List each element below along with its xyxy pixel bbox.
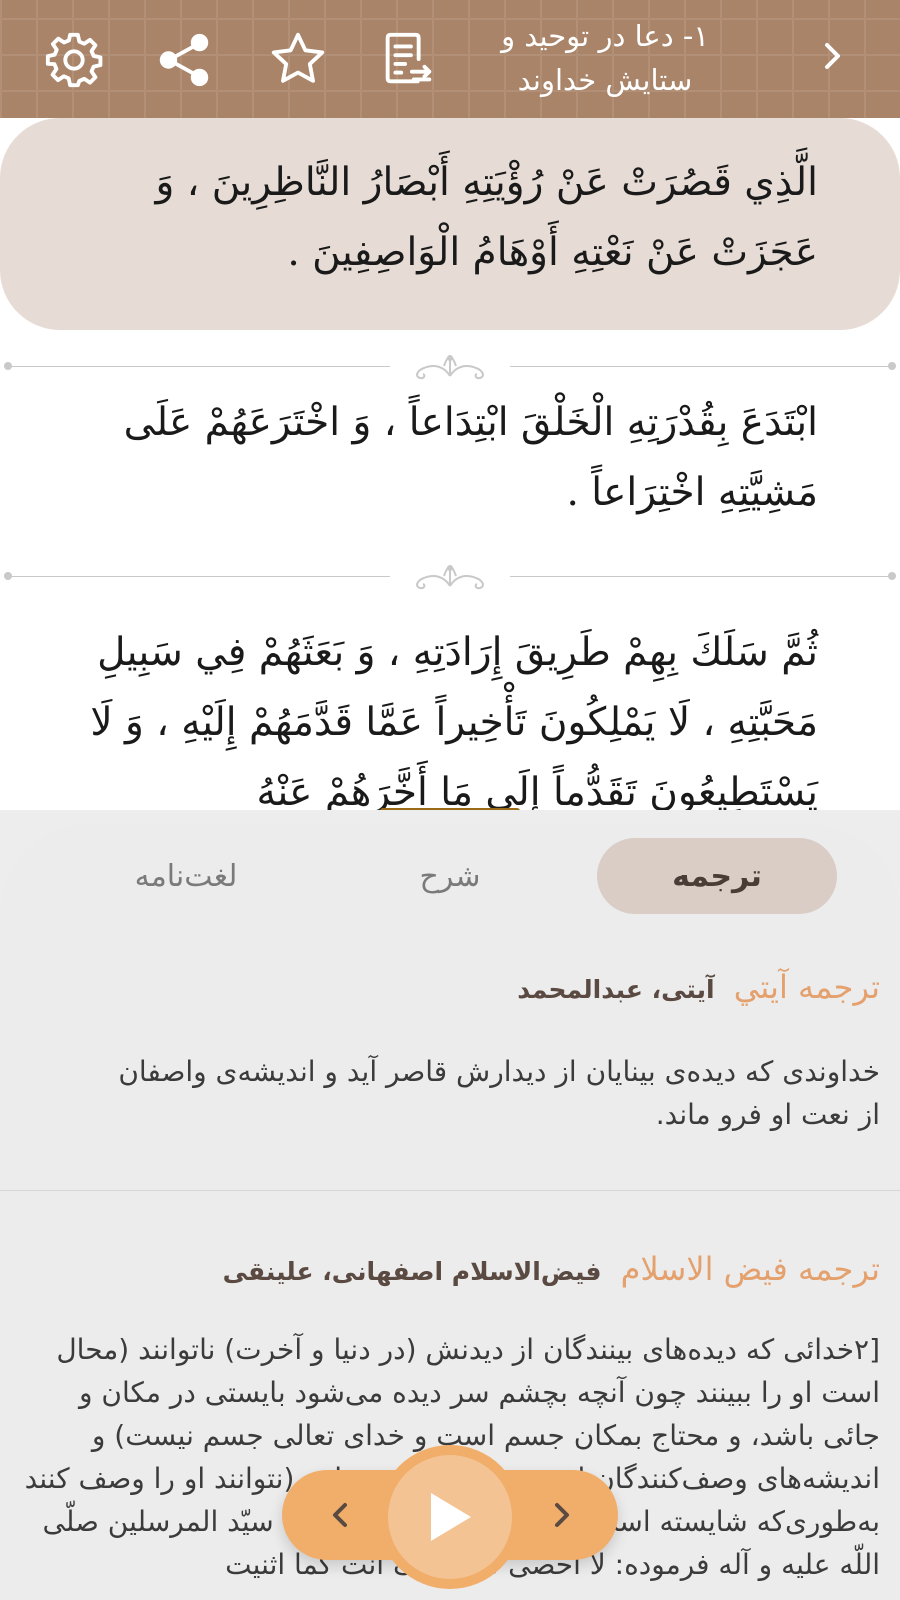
- drag-handle[interactable]: [380, 808, 520, 810]
- settings-button[interactable]: [42, 28, 106, 92]
- ornament-icon: [390, 560, 510, 592]
- back-button[interactable]: [812, 36, 862, 86]
- previous-button[interactable]: [316, 1490, 366, 1540]
- translation-header: ترجمه فيض الاسلام فیض‌الاسلام اصفهانی، ع…: [24, 1250, 880, 1288]
- copy-text-button[interactable]: [376, 28, 440, 92]
- translation-header: ترجمه آیتي آیتی، عبدالمحمد: [24, 968, 880, 1006]
- verse-reader[interactable]: الَّذِي قَصُرَتْ عَنْ رُؤْيَتِهِ أَبْصَا…: [0, 118, 900, 810]
- gear-icon: [45, 32, 103, 88]
- verse-text: ابْتَدَعَ بِقُدْرَتِهِ الْخَلْقَ ابْتِدَ…: [123, 400, 818, 515]
- tab-glossary[interactable]: لغت‌نامه: [66, 838, 306, 914]
- separator: [0, 1190, 900, 1191]
- tab-commentary[interactable]: شرح: [330, 838, 570, 914]
- translation-name: ترجمه آیتي: [733, 968, 880, 1006]
- tab-translation[interactable]: ترجمه: [597, 838, 837, 914]
- tab-bar: ترجمه شرح لغت‌نامه: [0, 824, 900, 934]
- translation-block: ترجمه آیتي آیتی، عبدالمحمد خداوندی که دی…: [0, 968, 900, 1136]
- verse-block[interactable]: ابْتَدَعَ بِقُدْرَتِهِ الْخَلْقَ ابْتِدَ…: [0, 388, 900, 528]
- translation-author: آیتی، عبدالمحمد: [517, 975, 715, 1004]
- bookmark-button[interactable]: [266, 28, 330, 92]
- share-button[interactable]: [152, 28, 216, 92]
- verse-text: الَّذِي قَصُرَتْ عَنْ رُؤْيَتِهِ أَبْصَا…: [155, 160, 818, 275]
- star-icon: [271, 32, 325, 83]
- document-icon: [385, 32, 432, 84]
- chevron-right-icon: [555, 1503, 569, 1527]
- share-icon: [159, 33, 209, 87]
- ornamental-divider: [0, 556, 900, 596]
- translation-name: ترجمه فيض الاسلام: [620, 1250, 880, 1288]
- ornament-icon: [390, 350, 510, 382]
- play-icon: [431, 1493, 471, 1541]
- highlighted-verse[interactable]: الَّذِي قَصُرَتْ عَنْ رُؤْيَتِهِ أَبْصَا…: [0, 118, 900, 330]
- ornamental-divider: [0, 346, 900, 386]
- page-title: ۱- دعا در توحید و ستایش خداوند: [501, 19, 709, 97]
- translation-author: فیض‌الاسلام اصفهانی، علینقی: [222, 1257, 602, 1286]
- play-button[interactable]: [388, 1455, 512, 1579]
- verse-text: ثُمَّ سَلَكَ بِهِمْ طَرِيقَ إِرَادَتِهِ …: [90, 630, 818, 810]
- chevron-left-icon: [333, 1503, 347, 1527]
- verse-block[interactable]: ثُمَّ سَلَكَ بِهِمْ طَرِيقَ إِرَادَتِهِ …: [0, 618, 900, 810]
- chevron-right-icon: [825, 43, 840, 69]
- translation-text: خداوندی که دیده‌ی بینایان از دیدارش قاصر…: [118, 1055, 880, 1131]
- next-button[interactable]: [536, 1490, 586, 1540]
